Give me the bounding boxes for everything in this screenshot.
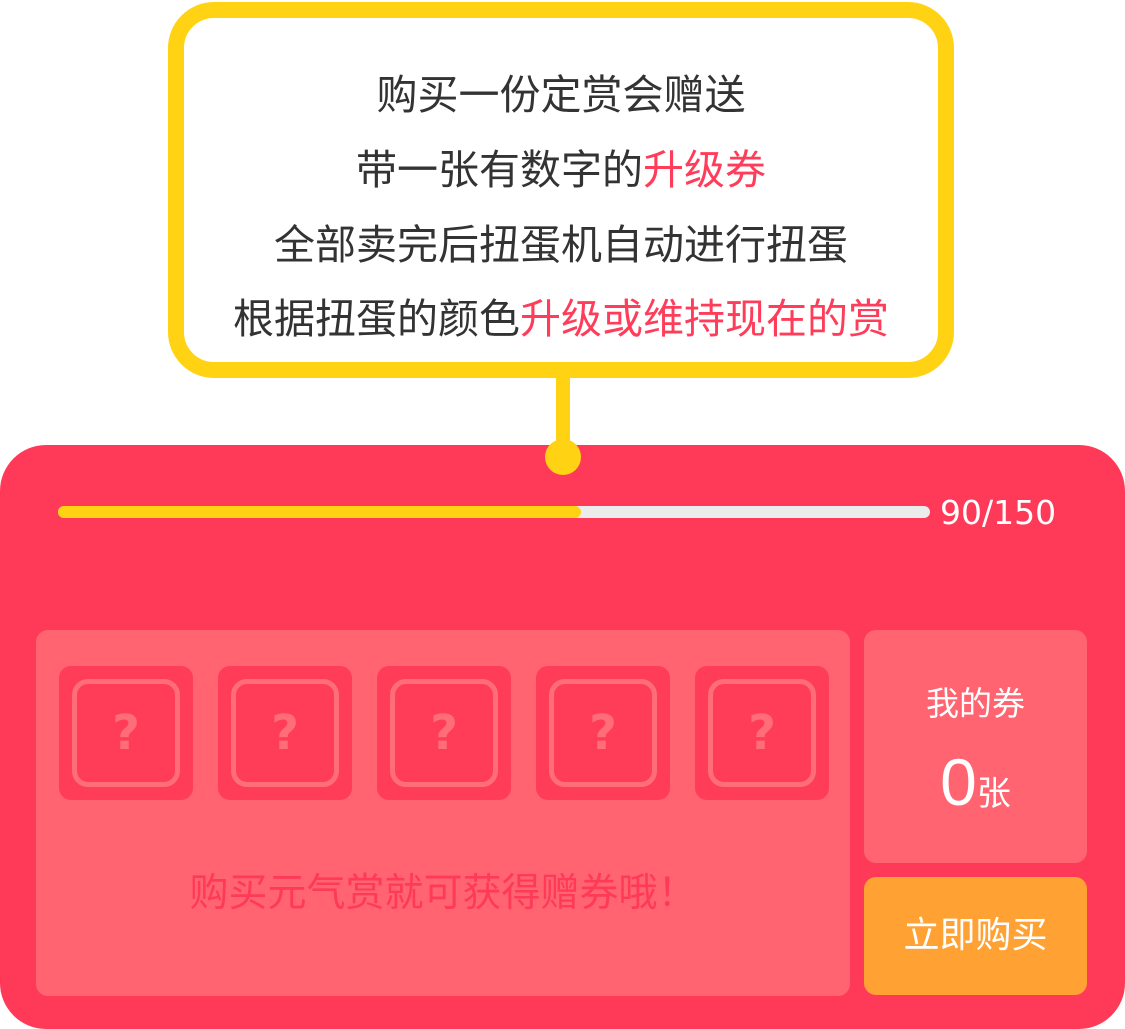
capsule-slot-frame: ? (231, 679, 339, 787)
info-line-highlight: 升级或维持现在的赏 (520, 295, 889, 343)
capsule-slot: ? (377, 666, 511, 800)
question-mark-icon: ? (748, 705, 776, 761)
capsule-slot: ? (218, 666, 352, 800)
capsule-slot: ? (59, 666, 193, 800)
info-line-text: 全部卖完后扭蛋机自动进行扭蛋 (274, 221, 848, 269)
question-mark-icon: ? (112, 705, 140, 761)
info-line-text: 根据扭蛋的颜色 (233, 295, 520, 343)
sales-progress-fill (58, 506, 582, 518)
coupon-count-value: 0 (940, 745, 977, 819)
capsule-slot-frame: ? (72, 679, 180, 787)
info-line: 带一张有数字的升级券 (184, 142, 938, 198)
my-coupons-label: 我的券 (926, 684, 1025, 723)
info-line: 购买一份定赏会赠送 (184, 67, 938, 123)
info-line: 全部卖完后扭蛋机自动进行扭蛋 (184, 217, 938, 273)
info-line-highlight: 升级券 (643, 146, 766, 194)
info-line: 根据扭蛋的颜色升级或维持现在的赏 (184, 291, 938, 347)
sales-progress-bar (58, 506, 930, 518)
coupon-hint-text: 购买元气赏就可获得赠券哦！ (189, 871, 697, 916)
capsule-slot: ? (695, 666, 829, 800)
capsule-slot-frame: ? (390, 679, 498, 787)
bubble-connector-dot (545, 439, 581, 475)
capsule-slot-frame: ? (708, 679, 816, 787)
question-mark-icon: ? (271, 705, 299, 761)
coupon-count-unit: 张 (976, 774, 1011, 814)
buy-now-button[interactable]: 立即购买 (864, 877, 1087, 995)
info-bubble: 购买一份定赏会赠送 带一张有数字的升级券 全部卖完后扭蛋机自动进行扭蛋 根据扭蛋… (168, 2, 954, 378)
capsule-slot-frame: ? (549, 679, 657, 787)
info-line-text: 购买一份定赏会赠送 (376, 71, 746, 119)
capsule-slot: ? (536, 666, 670, 800)
info-line-text: 带一张有数字的 (356, 146, 643, 194)
question-mark-icon: ? (430, 705, 458, 761)
sales-progress-text: 90/150 (940, 493, 1057, 532)
my-coupons-count: 0张 (864, 742, 1087, 822)
question-mark-icon: ? (589, 705, 617, 761)
